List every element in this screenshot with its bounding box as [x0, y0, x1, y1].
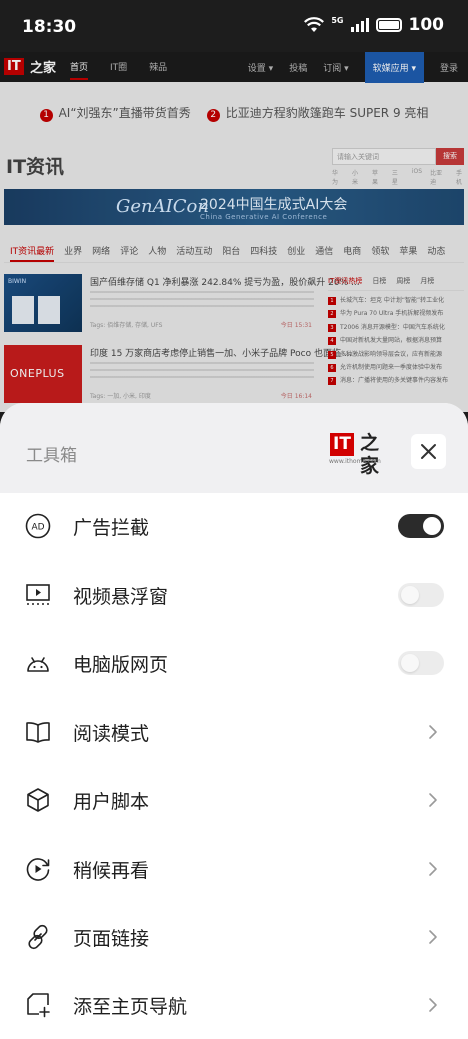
- brand-it: IT: [330, 433, 354, 456]
- battery-icon: [375, 18, 402, 32]
- menu-item-add-home[interactable]: 添至主页导航: [0, 971, 468, 1039]
- toolbox-sheet: 工具箱 IT 之家 www.ithome.com AD 广告拦截 视频悬浮窗 电…: [0, 403, 468, 1039]
- menu-item-reader-mode[interactable]: 阅读模式: [0, 698, 468, 766]
- video-float-toggle[interactable]: [398, 583, 444, 607]
- chevron-right-icon: [429, 930, 437, 944]
- toolbox-header: 工具箱 IT 之家 www.ithome.com: [0, 403, 468, 493]
- status-time: 18:30: [22, 17, 77, 37]
- menu-label: 稍候再看: [73, 860, 150, 882]
- chevron-right-icon: [429, 793, 437, 807]
- brand-zh: 之家: [360, 432, 380, 477]
- close-icon: [421, 444, 436, 459]
- site-brand-logo: IT 之家 www.ithome.com: [329, 431, 391, 477]
- add-home-icon: [27, 993, 50, 1018]
- chevron-right-icon: [429, 998, 437, 1012]
- dim-overlay[interactable]: [0, 52, 468, 412]
- menu-item-user-script[interactable]: 用户脚本: [0, 766, 468, 834]
- menu-item-read-later[interactable]: 稍候再看: [0, 835, 468, 903]
- network-type: 5G: [331, 15, 344, 25]
- play-later-icon: [26, 858, 50, 881]
- ad-block-icon: AD: [25, 513, 51, 539]
- video-float-icon: [26, 584, 50, 605]
- menu-label: 用户脚本: [73, 791, 150, 813]
- close-button[interactable]: [411, 434, 446, 469]
- svg-text:AD: AD: [31, 523, 44, 533]
- menu-label: 页面链接: [73, 928, 150, 950]
- menu-item-ad-block[interactable]: AD 广告拦截: [0, 492, 468, 560]
- book-icon: [26, 722, 50, 743]
- signal-icon: [350, 18, 369, 32]
- status-icons: 5G 100: [304, 15, 444, 35]
- background-webpage: IT 之家 首页 IT圈 辣品 设置 ▾ 投稿 订阅 ▾ 软媒应用 ▾ 登录 1…: [0, 52, 468, 412]
- chevron-right-icon: [429, 862, 437, 876]
- wifi-icon: [304, 17, 325, 32]
- menu-label: 视频悬浮窗: [73, 586, 169, 608]
- toolbox-title: 工具箱: [26, 446, 77, 466]
- toggle-knob: [401, 586, 419, 604]
- ad-block-toggle[interactable]: [398, 514, 444, 538]
- cube-icon: [27, 788, 49, 812]
- toggle-knob: [401, 654, 419, 672]
- android-icon: [27, 657, 49, 672]
- menu-item-page-link[interactable]: 页面链接: [0, 903, 468, 971]
- menu-label: 阅读模式: [73, 723, 150, 745]
- battery-level: 100: [408, 15, 445, 35]
- desktop-mode-toggle[interactable]: [398, 651, 444, 675]
- menu-item-desktop-mode[interactable]: 电脑版网页: [0, 629, 468, 697]
- menu-label: 电脑版网页: [73, 654, 169, 676]
- brand-url: www.ithome.com: [329, 458, 381, 465]
- menu-item-video-float[interactable]: 视频悬浮窗: [0, 561, 468, 629]
- link-icon: [28, 924, 48, 950]
- status-bar: 18:30 5G 100: [0, 0, 468, 52]
- chevron-right-icon: [429, 725, 437, 739]
- menu-label: 添至主页导航: [73, 996, 188, 1018]
- toggle-knob: [423, 517, 441, 535]
- menu-label: 广告拦截: [73, 517, 150, 539]
